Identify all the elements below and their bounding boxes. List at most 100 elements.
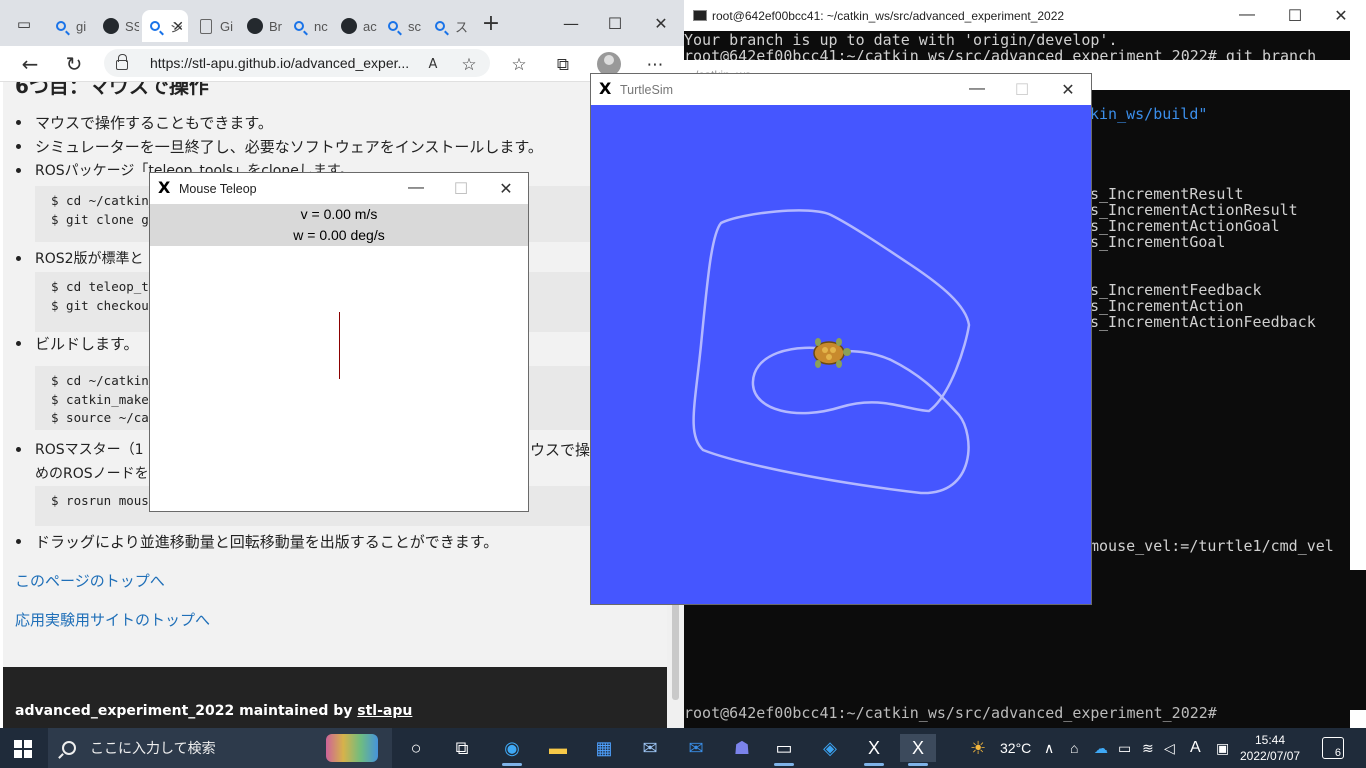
x11-logo-icon: X bbox=[158, 178, 171, 197]
page-heading: 6つ目：マウスで操作 bbox=[15, 82, 209, 98]
page-footer: advanced_experiment_2022 maintained by s… bbox=[3, 667, 667, 728]
teams-icon[interactable]: ☗ bbox=[724, 734, 760, 762]
add-favorite-icon[interactable]: ☆ bbox=[458, 54, 480, 76]
minimize-icon[interactable]: — bbox=[393, 179, 439, 197]
maximize-icon: ☐ bbox=[1014, 82, 1030, 99]
clock-date: 2022/07/07 bbox=[1240, 749, 1301, 763]
search-icon bbox=[294, 21, 304, 31]
turtle-path-svg bbox=[692, 209, 971, 495]
footer-text: advanced_experiment_2022 maintained by bbox=[15, 703, 358, 719]
close-icon[interactable]: ✕ bbox=[1318, 6, 1364, 26]
x11-logo-icon: X bbox=[599, 79, 612, 98]
maximize-icon[interactable]: ☐ bbox=[592, 10, 638, 38]
close-icon[interactable]: ✕ bbox=[638, 10, 684, 38]
mail-icon[interactable]: ✉ bbox=[632, 734, 668, 762]
search-highlight-image bbox=[326, 734, 378, 762]
tab-5[interactable]: Br bbox=[239, 10, 283, 42]
close-icon[interactable]: ✕ bbox=[1045, 80, 1091, 100]
tab-title: ス bbox=[455, 19, 469, 35]
volume-icon[interactable]: ◁ bbox=[1164, 728, 1175, 768]
store-icon[interactable]: ▦ bbox=[586, 734, 622, 762]
outlook-icon[interactable]: ✉ bbox=[678, 734, 714, 762]
terminal-line: mouse_vel:=/turtle1/cmd_vel bbox=[1090, 537, 1334, 555]
edge-icon[interactable]: ◉ bbox=[494, 734, 530, 766]
list-item: マウスで操作することもできます。 bbox=[16, 114, 273, 132]
notification-center-icon[interactable]: 6 bbox=[1322, 737, 1344, 759]
github-icon bbox=[341, 18, 357, 34]
scroll-gap bbox=[1350, 570, 1366, 710]
turtlesim-window: X TurtleSim — ☐ ✕ bbox=[590, 73, 1092, 605]
tab-title: sc bbox=[408, 18, 421, 34]
mouse-teleop-window: X Mouse Teleop — ☐ ✕ v = 0.00 m/s w = 0.… bbox=[149, 172, 529, 512]
minimize-icon[interactable]: — bbox=[548, 10, 594, 38]
search-icon bbox=[56, 21, 66, 31]
tab-8[interactable]: sc bbox=[380, 10, 424, 42]
list-item: シミュレーターを一旦終了し、必要なソフトウェアをインストールします。 bbox=[16, 138, 543, 156]
tab-6[interactable]: nc bbox=[286, 10, 330, 42]
angular-indicator-line bbox=[339, 312, 340, 379]
maximize-icon: ☐ bbox=[453, 181, 469, 198]
taskbar-search-box[interactable]: ここに入力して検索 bbox=[48, 728, 392, 768]
turtlesim-titlebar: X TurtleSim — ☐ ✕ bbox=[591, 74, 1091, 105]
address-bar-row: ← ↻ https://stl-apu.github.io/advanced_e… bbox=[0, 46, 684, 82]
list-item-tail: ウスで操 bbox=[530, 441, 591, 459]
tab-4[interactable]: Gi bbox=[192, 10, 236, 42]
terminal-line: s_IncrementActionFeedback bbox=[1090, 313, 1316, 331]
terminal-line: s_IncrementGoal bbox=[1090, 233, 1226, 251]
terminal-icon[interactable]: ▭ bbox=[766, 734, 802, 766]
teleop-drag-canvas[interactable] bbox=[150, 246, 528, 511]
new-tab-button[interactable]: + bbox=[468, 10, 514, 38]
close-tab-icon[interactable]: ✕ bbox=[172, 18, 184, 35]
tab-strip: ▭ gi SS シ ✕ Gi Br nc ac sc ス + — ☐ ✕ bbox=[0, 0, 684, 46]
minimize-icon[interactable]: — bbox=[1224, 6, 1270, 24]
clock-time: 15:44 bbox=[1254, 733, 1286, 747]
tab-9[interactable]: ス bbox=[427, 10, 471, 42]
collections-icon[interactable]: ⧉ bbox=[552, 54, 574, 76]
close-icon[interactable]: ✕ bbox=[483, 179, 529, 199]
task-view-icon[interactable]: ⧉ bbox=[444, 734, 480, 762]
tab-2[interactable]: SS bbox=[95, 10, 139, 42]
favorites-icon[interactable]: ☆ bbox=[508, 54, 530, 76]
angular-velocity-label: w = 0.00 deg/s bbox=[293, 227, 385, 243]
read-aloud-icon[interactable]: A bbox=[422, 54, 444, 76]
ime-indicator[interactable]: A bbox=[1190, 728, 1201, 768]
docker-icon[interactable]: ◈ bbox=[812, 734, 848, 762]
tab-title: ac bbox=[363, 18, 377, 34]
windows-taskbar: ここに入力して検索 ○ ⧉ ◉ ▬ ▦ ✉ ✉ ☗ ▭ ◈ X X ☀ 32°C… bbox=[0, 728, 1366, 768]
minimize-icon[interactable]: — bbox=[954, 80, 1000, 98]
xserver-icon[interactable]: X bbox=[856, 734, 892, 766]
refresh-icon[interactable]: ↻ bbox=[58, 50, 90, 78]
list-item: ドラッグにより並進移動量と回転移動量を出版することができます。 bbox=[15, 533, 499, 551]
lock-icon bbox=[116, 54, 128, 70]
maximize-icon[interactable]: ☐ bbox=[1272, 6, 1318, 26]
network-icon[interactable]: ⌂ bbox=[1070, 728, 1078, 768]
wifi-icon[interactable]: ≋ bbox=[1142, 728, 1154, 768]
weather-icon[interactable]: ☀ bbox=[970, 728, 986, 768]
footer-link[interactable]: stl-apu bbox=[357, 703, 412, 719]
show-hidden-icons-icon[interactable]: ∧ bbox=[1044, 728, 1054, 768]
search-icon bbox=[435, 21, 445, 31]
list-item: ROSマスター（1 bbox=[16, 439, 144, 459]
tab-title: Br bbox=[269, 18, 282, 34]
teleop-title: Mouse Teleop bbox=[179, 182, 257, 196]
tab-actions-icon[interactable]: ▭ bbox=[4, 10, 44, 38]
onedrive-icon[interactable]: ☁ bbox=[1094, 728, 1108, 768]
windows-start-icon[interactable] bbox=[14, 740, 32, 758]
battery-icon[interactable]: ▭ bbox=[1118, 728, 1131, 768]
site-top-link[interactable]: 応用実験用サイトのトップへ bbox=[15, 609, 210, 630]
ime-mode-icon[interactable]: ▣ bbox=[1216, 728, 1229, 768]
file-explorer-icon[interactable]: ▬ bbox=[540, 734, 576, 762]
weather-temp[interactable]: 32°C bbox=[1000, 728, 1031, 768]
cortana-icon[interactable]: ○ bbox=[398, 734, 434, 762]
system-clock[interactable]: 15:44 2022/07/07 bbox=[1240, 732, 1300, 764]
list-item: ビルドします。 bbox=[16, 335, 139, 353]
xserver-icon-active[interactable]: X bbox=[900, 734, 936, 766]
terminal-titlebar: root@642ef00bcc41: ~/catkin_ws/src/advan… bbox=[684, 0, 1366, 31]
tab-1[interactable]: gi bbox=[48, 10, 92, 42]
teleop-titlebar: X Mouse Teleop — ☐ ✕ bbox=[150, 173, 528, 204]
tab-7[interactable]: ac bbox=[333, 10, 377, 42]
page-top-link[interactable]: このページのトップへ bbox=[15, 570, 165, 591]
search-icon bbox=[150, 21, 160, 31]
tab-3-active[interactable]: シ ✕ bbox=[142, 10, 188, 42]
back-arrow-icon[interactable]: ← bbox=[14, 50, 46, 78]
